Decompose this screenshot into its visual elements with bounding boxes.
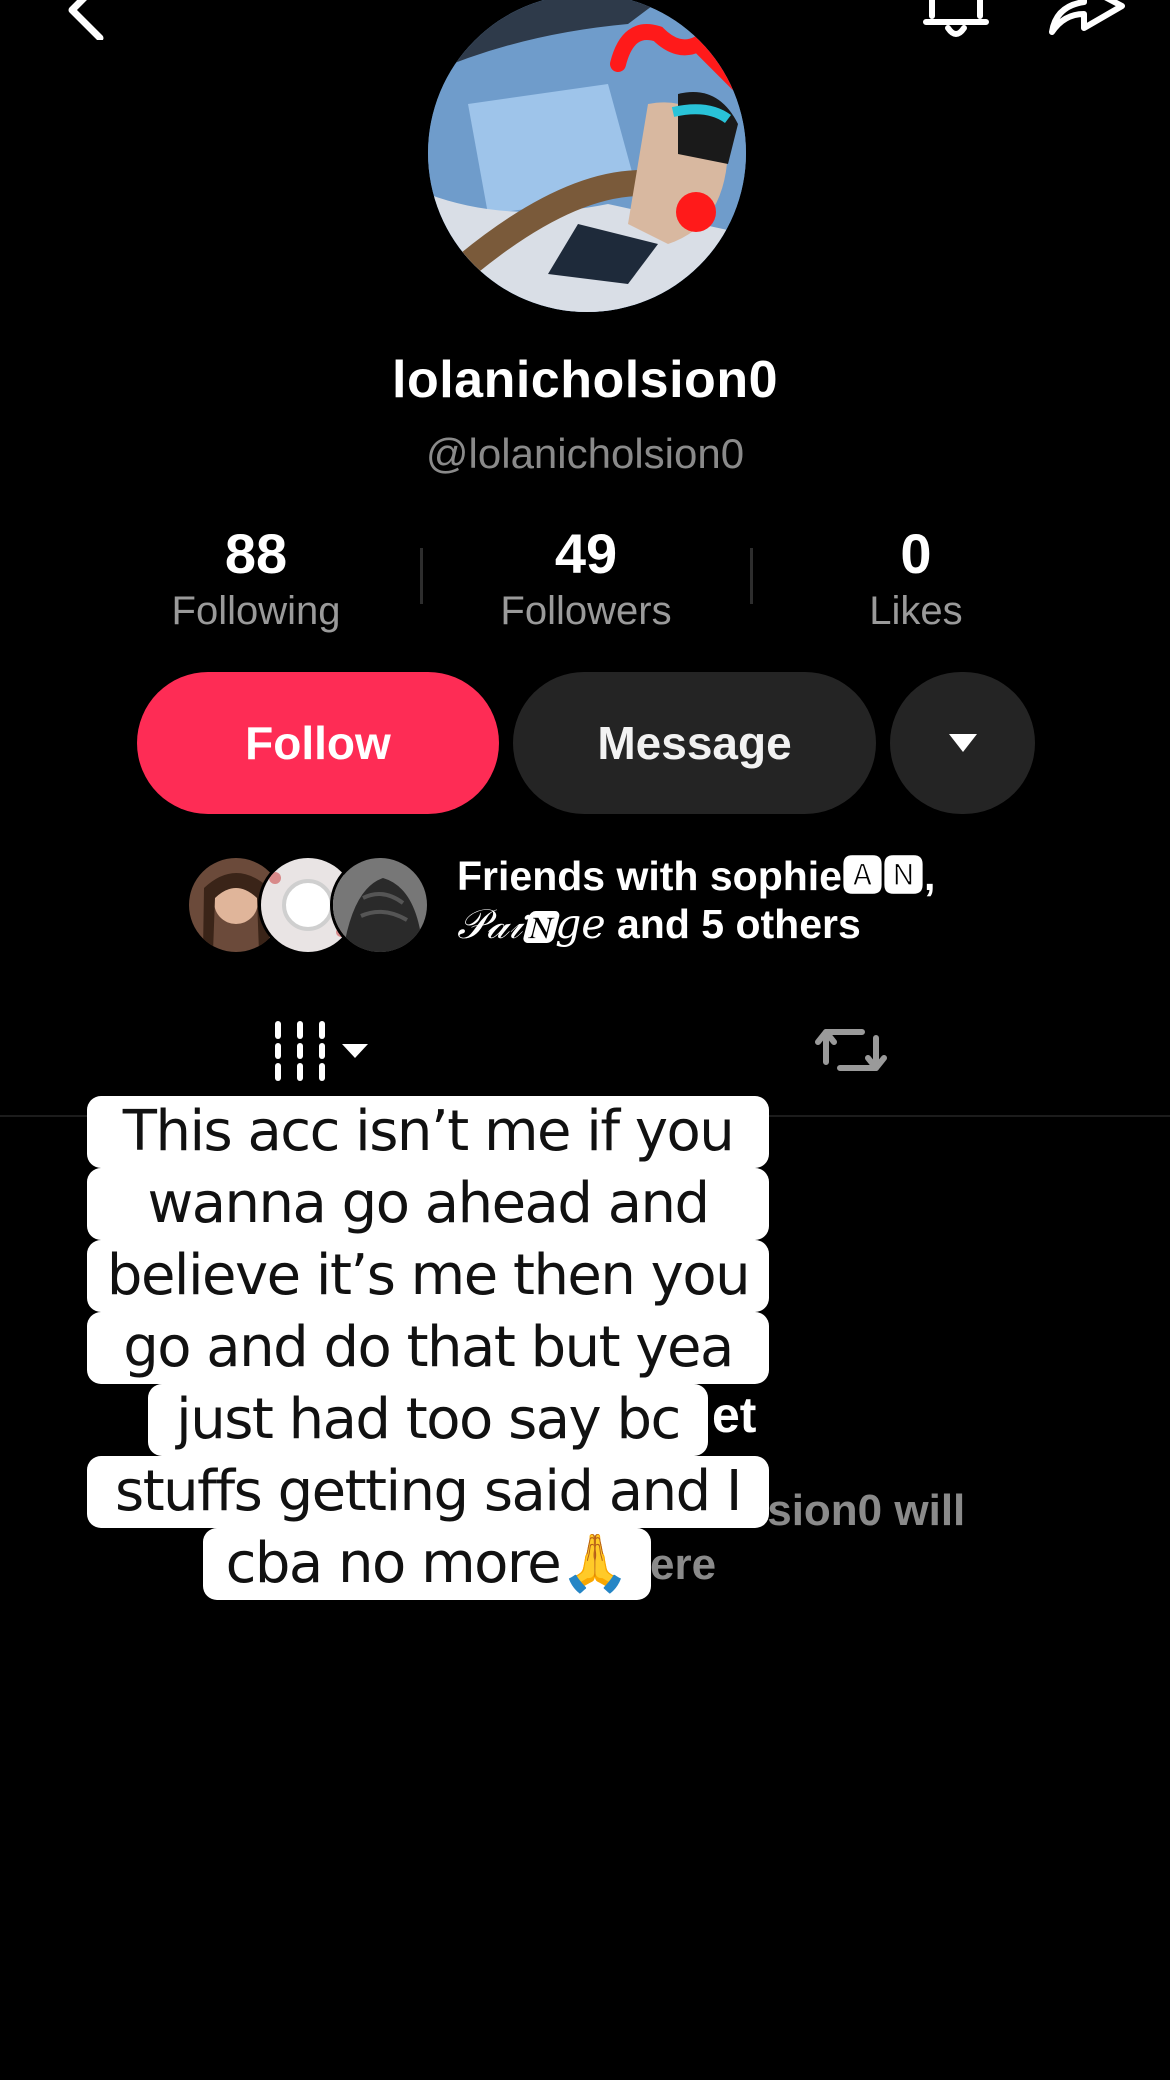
caption-line: go and do that but yea (87, 1312, 769, 1384)
chevron-down-icon (947, 732, 979, 754)
display-name: lolanicholsion0 (392, 351, 778, 409)
stat-following[interactable]: 88 Following (106, 520, 406, 634)
message-button[interactable]: Message (513, 672, 876, 814)
caption-line: believe it’s me then you (87, 1240, 769, 1312)
stat-divider (420, 548, 423, 604)
likes-count: 0 (900, 522, 932, 585)
stat-divider (750, 548, 753, 604)
followers-count: 49 (554, 522, 618, 585)
caption-line: This acc isn’t me if you (87, 1096, 769, 1168)
grid-icon[interactable] (272, 1020, 372, 1082)
friend-name: 𝒫𝒶𝒾🅽𝑔𝑒 (457, 900, 606, 948)
follow-button[interactable]: Follow (137, 672, 499, 814)
friend-avatar[interactable] (330, 855, 430, 955)
followers-label: Followers (500, 589, 672, 633)
stat-followers[interactable]: 49 Followers (436, 520, 736, 634)
repost-icon[interactable] (814, 1018, 888, 1082)
share-icon[interactable] (1046, 0, 1128, 38)
caption-line: wanna go ahead and (87, 1168, 769, 1240)
caption-line: just had too say bc (148, 1384, 708, 1456)
following-label: Following (171, 589, 341, 633)
empty-state-body-line2: ere (650, 1540, 717, 1589)
stat-likes: 0 Likes (766, 520, 1066, 634)
likes-label: Likes (869, 589, 963, 633)
empty-state-body-line1: lsion0 will (755, 1486, 966, 1535)
mutual-friends-text[interactable]: Friends with sophie🅰🅽, 𝒫𝒶𝒾🅽𝑔𝑒 and 5 othe… (457, 852, 1057, 948)
caption-line: cba no more🙏 (203, 1528, 651, 1600)
friends-others: and 5 others (605, 901, 861, 947)
following-count: 88 (224, 522, 288, 585)
back-icon[interactable] (58, 0, 108, 40)
profile-avatar (428, 0, 746, 312)
username-handle: @lolanicholsion0 (425, 430, 745, 477)
empty-state-title: et (712, 1387, 757, 1443)
bell-icon[interactable] (918, 0, 994, 42)
mutual-friends-line2: 𝒫𝒶𝒾🅽𝑔𝑒 and 5 others (457, 900, 1057, 948)
caption-line: stuffs getting said and I (87, 1456, 769, 1528)
more-options-button[interactable] (890, 672, 1035, 814)
mutual-friends-line1: Friends with sophie🅰🅽, (457, 853, 936, 899)
